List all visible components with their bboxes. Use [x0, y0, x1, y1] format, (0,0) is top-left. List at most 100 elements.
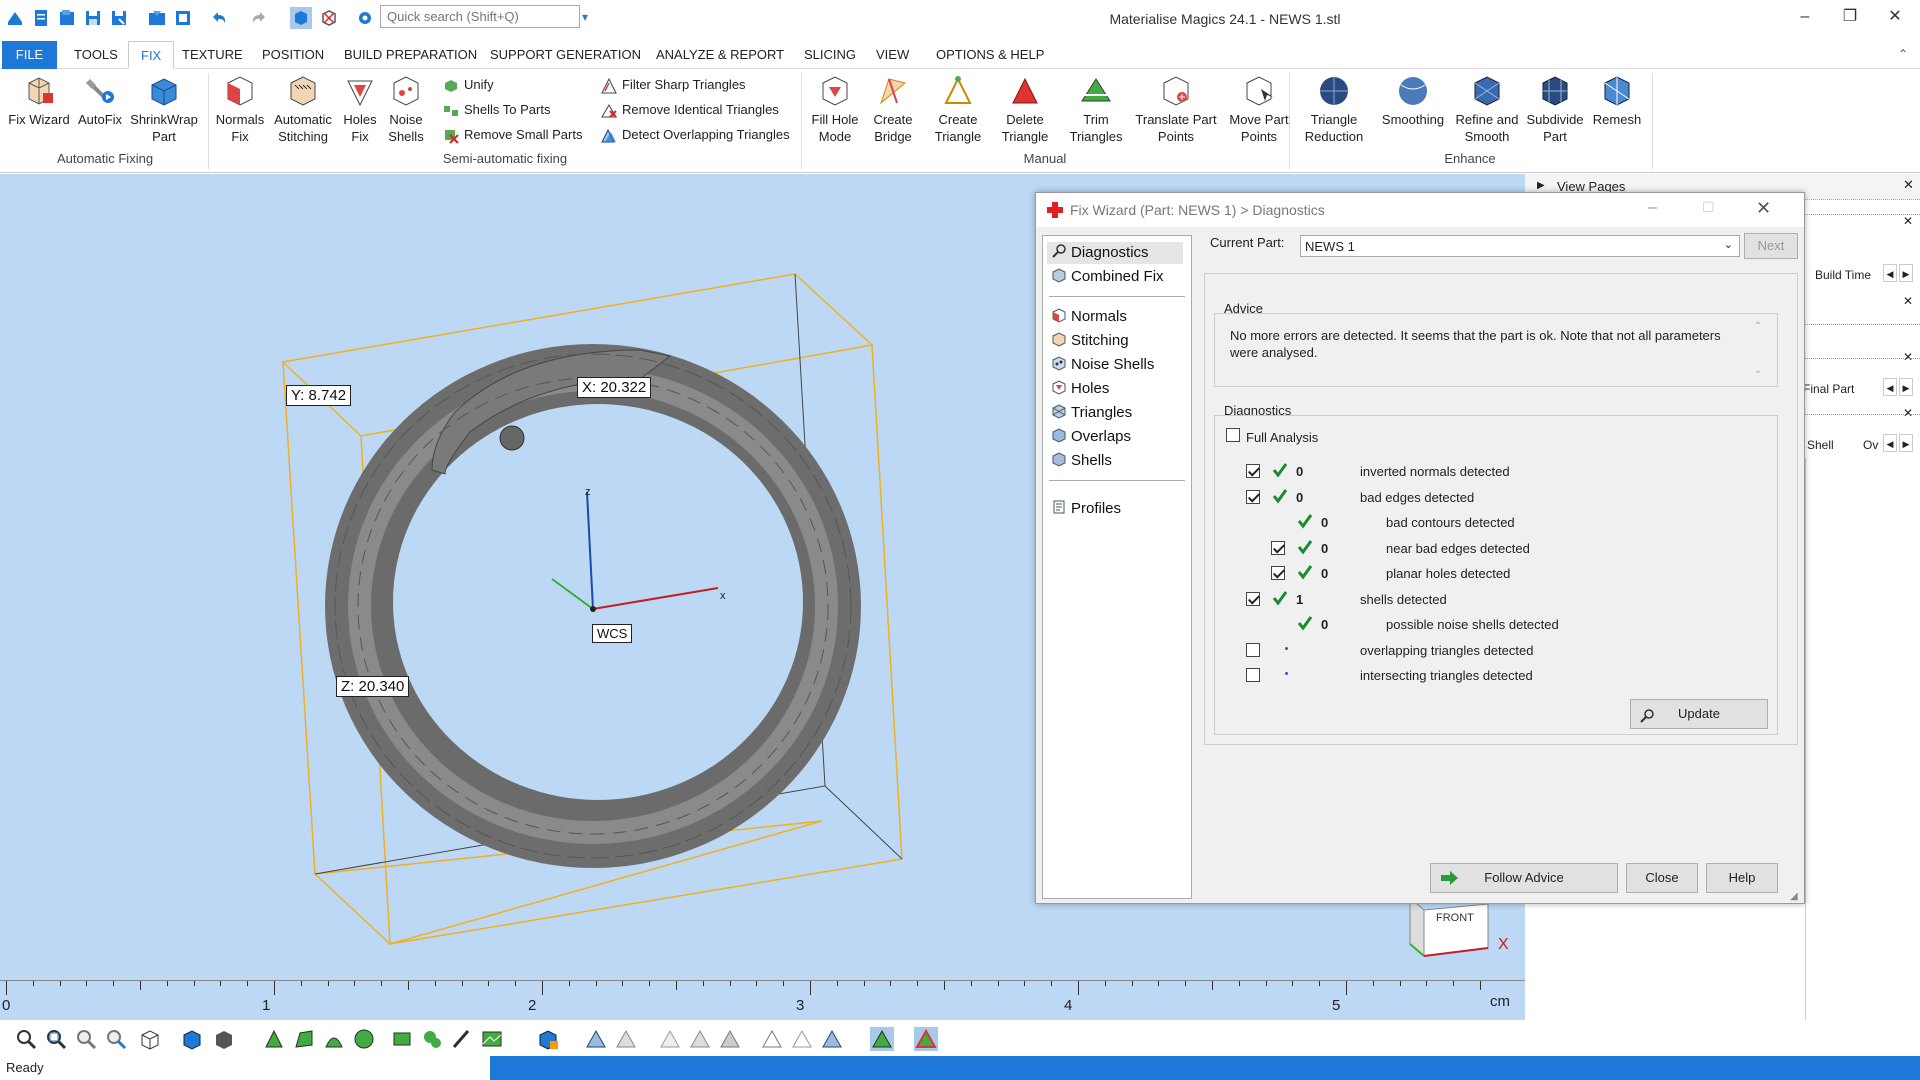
tab-file[interactable]: FILE [2, 41, 57, 69]
move-part-points-button[interactable]: Move Part Points [1222, 73, 1296, 145]
remesh-button[interactable]: Remesh [1590, 73, 1644, 128]
translate-part-points-button[interactable]: Translate Part Points [1132, 73, 1220, 145]
nav-shells[interactable]: Shells [1051, 450, 1112, 472]
tab-view[interactable]: VIEW [864, 41, 921, 69]
nav-stitching[interactable]: Stitching [1051, 330, 1129, 352]
remove-identical-triangles-button[interactable]: Remove Identical Triangles [600, 100, 779, 120]
nav-noise-shells[interactable]: Noise Shells [1051, 354, 1154, 376]
tab-fix[interactable]: FIX [128, 41, 175, 69]
create-triangle-button[interactable]: Create Triangle [929, 73, 987, 145]
overlapping-triangles-checkbox[interactable] [1246, 642, 1260, 657]
prev-arrow-icon[interactable]: ◀ [1883, 378, 1897, 396]
zoom-selection-icon[interactable] [104, 1027, 128, 1051]
prev-arrow-icon[interactable]: ◀ [1883, 264, 1897, 282]
select-brush-icon[interactable] [450, 1027, 474, 1051]
collapse-ribbon-icon[interactable]: ⌃ [1898, 47, 1908, 61]
select-lasso-icon[interactable] [420, 1027, 444, 1051]
select-map-icon[interactable] [480, 1027, 504, 1051]
scroll-up-icon[interactable]: ⌃ [1754, 321, 1762, 332]
refine-and-smooth-button[interactable]: Refine and Smooth [1452, 73, 1522, 145]
search-dropdown-icon[interactable]: ▾ [582, 10, 588, 24]
app-logo-icon[interactable] [4, 7, 26, 29]
triangle-outline-1-icon[interactable] [760, 1027, 784, 1051]
quick-search-input[interactable] [380, 5, 580, 28]
save-icon[interactable] [82, 7, 104, 29]
undo-icon[interactable] [208, 7, 230, 29]
next-arrow-icon[interactable]: ▶ [1899, 264, 1913, 282]
planar-holes-checkbox[interactable] [1271, 566, 1285, 580]
update-button[interactable]: Update [1630, 699, 1768, 729]
close-button[interactable]: Close [1626, 863, 1698, 893]
select-triangle-icon[interactable] [262, 1027, 286, 1051]
next-arrow-icon[interactable]: ▶ [1899, 378, 1913, 396]
nav-normals[interactable]: Normals [1051, 306, 1127, 328]
dialog-close-icon[interactable]: ✕ [1756, 198, 1771, 219]
shells-to-parts-button[interactable]: Shells To Parts [442, 100, 550, 120]
close-pane-icon[interactable]: ✕ [1903, 214, 1913, 228]
automatic-stitching-button[interactable]: Automatic Stitching [270, 73, 336, 145]
close-window-icon[interactable]: ✕ [1875, 4, 1915, 30]
save-as-icon[interactable] [108, 7, 130, 29]
tab-analyze-report[interactable]: ANALYZE & REPORT [644, 41, 796, 69]
redo-icon[interactable] [248, 7, 270, 29]
deselect-icon[interactable] [318, 7, 340, 29]
display-mode-1-icon[interactable] [870, 1027, 894, 1051]
scroll-down-icon[interactable]: ⌄ [1754, 365, 1762, 376]
dialog-title-bar[interactable]: Fix Wizard (Part: NEWS 1) > Diagnostics … [1036, 193, 1804, 227]
mesh-view-3-icon[interactable] [658, 1027, 682, 1051]
nav-combined-fix[interactable]: Combined Fix [1051, 266, 1164, 288]
delete-triangle-button[interactable]: Delete Triangle [995, 73, 1055, 145]
tab-tools[interactable]: TOOLS [62, 41, 130, 69]
part-view-icon[interactable] [180, 1027, 204, 1051]
autofix-button[interactable]: AutoFix [74, 73, 126, 128]
holes-fix-button[interactable]: Holes Fix [338, 73, 382, 145]
nav-diagnostics[interactable]: Diagnostics [1047, 242, 1183, 264]
tab-slicing[interactable]: SLICING [792, 41, 868, 69]
prev-arrow-icon[interactable]: ◀ [1883, 434, 1897, 452]
nav-profiles[interactable]: Profiles [1051, 498, 1121, 520]
open-file-icon[interactable] [56, 7, 78, 29]
nav-triangles[interactable]: Triangles [1051, 402, 1132, 424]
shells-checkbox[interactable] [1246, 591, 1260, 606]
tab-position[interactable]: POSITION [250, 41, 336, 69]
tab-build-preparation[interactable]: BUILD PREPARATION [332, 41, 489, 69]
mesh-view-1-icon[interactable] [584, 1027, 608, 1051]
zoom-fit-icon[interactable] [74, 1027, 98, 1051]
tab-options-help[interactable]: OPTIONS & HELP [924, 41, 1056, 69]
triangle-outline-2-icon[interactable] [790, 1027, 814, 1051]
import-icon[interactable] [146, 7, 168, 29]
mesh-view-4-icon[interactable] [688, 1027, 712, 1051]
bad-edges-checkbox[interactable] [1246, 489, 1260, 504]
remove-small-parts-button[interactable]: Remove Small Parts [442, 125, 582, 145]
view-orientation-icon[interactable] [138, 1027, 162, 1051]
mesh-view-5-icon[interactable] [718, 1027, 742, 1051]
close-pane-icon[interactable]: ✕ [1903, 406, 1913, 420]
full-analysis-checkbox[interactable] [1226, 428, 1240, 442]
resize-grip-icon[interactable]: ◢ [1790, 891, 1798, 902]
close-pane-icon[interactable]: ✕ [1903, 294, 1913, 308]
smoothing-button[interactable]: Smoothing [1378, 73, 1448, 128]
shrinkwrap-part-button[interactable]: ShrinkWrap Part [128, 73, 200, 145]
inverted-normals-checkbox[interactable] [1246, 464, 1260, 478]
select-shell-icon[interactable] [352, 1027, 376, 1051]
tab-support-generation[interactable]: SUPPORT GENERATION [478, 41, 653, 69]
next-button[interactable]: Next [1744, 233, 1798, 259]
zoom-icon[interactable] [14, 1027, 38, 1051]
triangle-outline-3-icon[interactable] [820, 1027, 844, 1051]
next-arrow-icon[interactable]: ▶ [1899, 434, 1913, 452]
intersecting-triangles-checkbox[interactable] [1246, 668, 1260, 682]
mesh-view-2-icon[interactable] [614, 1027, 638, 1051]
restore-icon[interactable]: ❐ [1830, 4, 1870, 30]
dialog-minimize-icon[interactable]: – [1648, 199, 1657, 217]
nav-overlaps[interactable]: Overlaps [1051, 426, 1131, 448]
select-part-icon[interactable] [290, 7, 312, 29]
select-plane-icon[interactable] [292, 1027, 316, 1051]
display-mode-2-icon[interactable] [914, 1027, 938, 1051]
view-cube[interactable]: FRONT [1408, 896, 1490, 958]
new-file-icon[interactable] [30, 7, 52, 29]
triangle-reduction-button[interactable]: Triangle Reduction [1294, 73, 1374, 145]
part-color-icon[interactable] [536, 1027, 560, 1051]
follow-advice-button[interactable]: Follow Advice [1430, 863, 1618, 893]
close-pane-icon[interactable]: ✕ [1903, 350, 1913, 364]
filter-sharp-triangles-button[interactable]: Filter Sharp Triangles [600, 75, 746, 95]
